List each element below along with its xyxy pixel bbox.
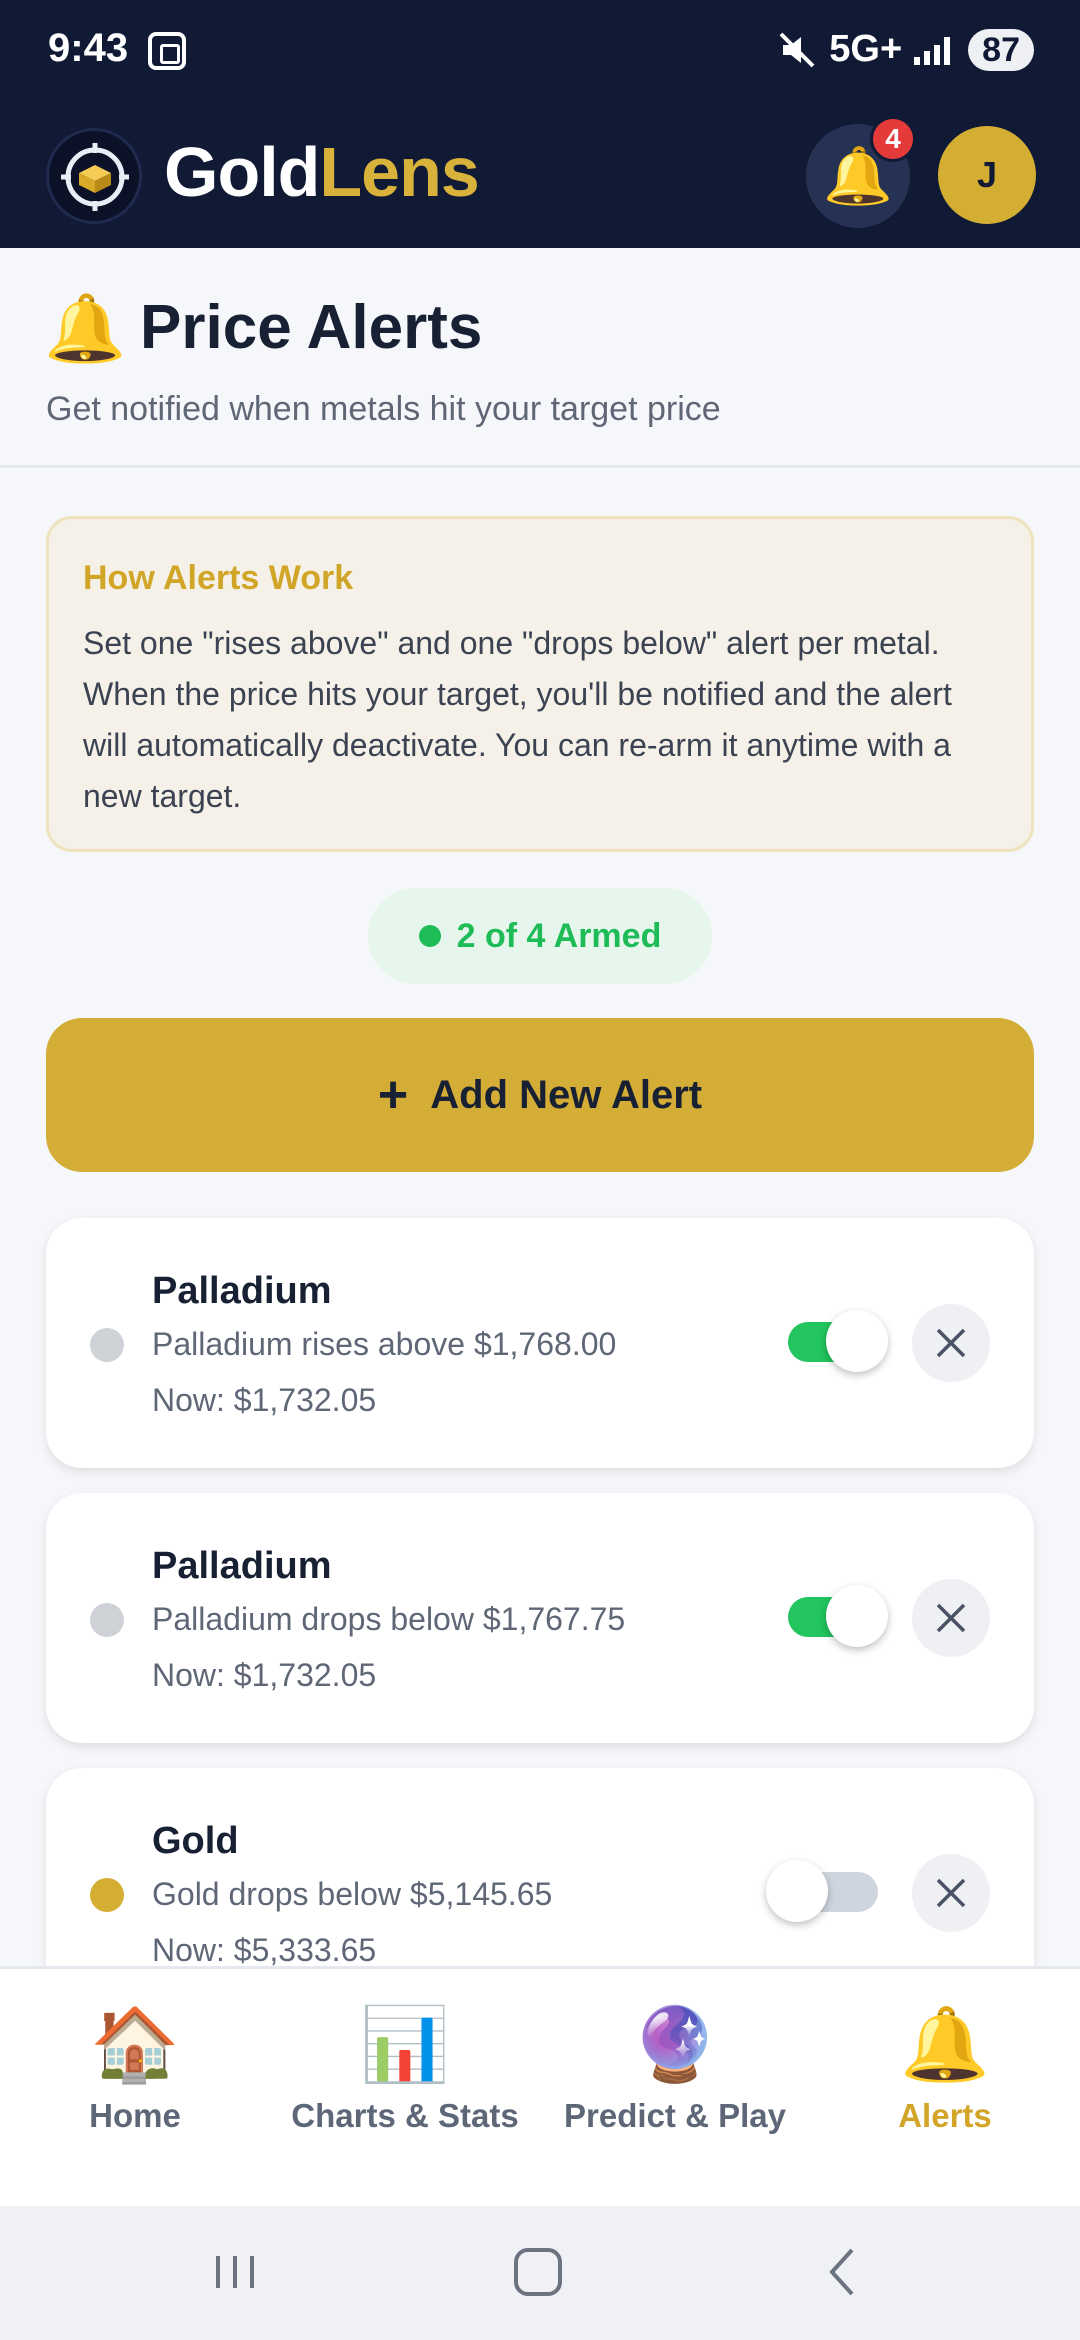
nav-label: Alerts xyxy=(898,2097,992,2134)
status-time: 9:43 xyxy=(48,26,129,70)
battery-indicator: 87 xyxy=(968,28,1034,71)
alert-toggle[interactable] xyxy=(766,1860,878,1922)
alert-description: Palladium rises above $1,768.00 xyxy=(152,1326,617,1362)
alert-metal: Palladium xyxy=(152,1545,332,1587)
toggle-knob xyxy=(766,1860,828,1922)
status-bar: 9:43 5G+ 87 xyxy=(0,0,1080,100)
alert-metal: Gold xyxy=(152,1820,239,1862)
alert-toggle[interactable] xyxy=(788,1310,888,1372)
alert-current-price: Now: $5,333.65 xyxy=(152,1932,377,1968)
app-header: 9:43 5G+ 87 GoldLens 🔔 4 J xyxy=(0,0,1080,248)
toggle-knob xyxy=(826,1310,888,1372)
brand-name: GoldLens xyxy=(164,133,480,211)
mute-icon xyxy=(777,30,817,70)
avatar[interactable]: J xyxy=(938,126,1036,224)
back-icon[interactable] xyxy=(818,2242,868,2302)
logo-icon xyxy=(46,128,142,224)
alert-description: Palladium drops below $1,767.75 xyxy=(152,1601,626,1637)
alert-status-dot xyxy=(90,1328,124,1362)
notification-badge: 4 xyxy=(870,116,916,162)
alert-status-dot xyxy=(90,1603,124,1637)
delete-alert-button[interactable] xyxy=(912,1579,990,1657)
plus-icon: + xyxy=(377,1066,409,1124)
page-title: Price Alerts xyxy=(140,293,483,362)
alert-toggle[interactable] xyxy=(788,1585,888,1647)
page-heading: 🔔 Price Alerts Get notified when metals … xyxy=(0,248,1080,468)
network-label: 5G+ xyxy=(829,28,903,70)
nav-label: Predict & Play xyxy=(564,2097,786,2134)
signal-icon xyxy=(914,35,956,65)
alert-current-price: Now: $1,732.05 xyxy=(152,1657,377,1693)
bell-icon: 🔔 xyxy=(900,2005,990,2085)
close-icon xyxy=(936,1603,966,1633)
nav-alerts[interactable]: 🔔 Alerts xyxy=(810,2003,1080,2135)
info-title: How Alerts Work xyxy=(83,559,354,597)
home-system-icon[interactable] xyxy=(508,2242,568,2302)
armed-status-badge: 2 of 4 Armed xyxy=(368,888,712,984)
armed-status-label: 2 of 4 Armed xyxy=(456,916,662,955)
crystal-ball-icon: 🔮 xyxy=(630,2005,720,2085)
house-icon: 🏠 xyxy=(90,2005,180,2085)
bell-icon: 🔔 xyxy=(44,291,127,365)
nav-charts[interactable]: 📊 Charts & Stats xyxy=(270,2003,540,2135)
info-body: Set one "rises above" and one "drops bel… xyxy=(83,625,952,814)
recent-apps-icon[interactable] xyxy=(210,2242,260,2302)
alert-current-price: Now: $1,732.05 xyxy=(152,1382,377,1418)
toggle-knob xyxy=(826,1585,888,1647)
close-icon xyxy=(936,1878,966,1908)
nav-home[interactable]: 🏠 Home xyxy=(0,2003,270,2135)
close-icon xyxy=(936,1328,966,1358)
status-dot xyxy=(418,925,441,947)
nav-predict[interactable]: 🔮 Predict & Play xyxy=(540,2003,810,2135)
alert-metal: Palladium xyxy=(152,1270,332,1312)
add-alert-label: Add New Alert xyxy=(430,1072,703,1117)
page-subtitle: Get notified when metals hit your target… xyxy=(46,390,721,428)
nav-label: Charts & Stats xyxy=(291,2097,519,2134)
delete-alert-button[interactable] xyxy=(912,1854,990,1932)
nav-label: Home xyxy=(89,2097,181,2134)
alert-status-dot xyxy=(90,1878,124,1912)
system-nav-bar xyxy=(0,2206,1080,2340)
add-alert-button[interactable]: + Add New Alert xyxy=(46,1018,1034,1172)
delete-alert-button[interactable] xyxy=(912,1304,990,1382)
alert-card: Palladium Palladium drops below $1,767.7… xyxy=(46,1493,1034,1743)
alert-description: Gold drops below $5,145.65 xyxy=(152,1876,553,1912)
screenshot-icon xyxy=(148,32,186,70)
alert-card: Palladium Palladium rises above $1,768.0… xyxy=(46,1218,1034,1468)
bottom-nav: 🏠 Home 📊 Charts & Stats 🔮 Predict & Play… xyxy=(0,1966,1080,2206)
bar-chart-icon: 📊 xyxy=(360,2005,450,2085)
info-box: How Alerts Work Set one "rises above" an… xyxy=(46,516,1034,852)
